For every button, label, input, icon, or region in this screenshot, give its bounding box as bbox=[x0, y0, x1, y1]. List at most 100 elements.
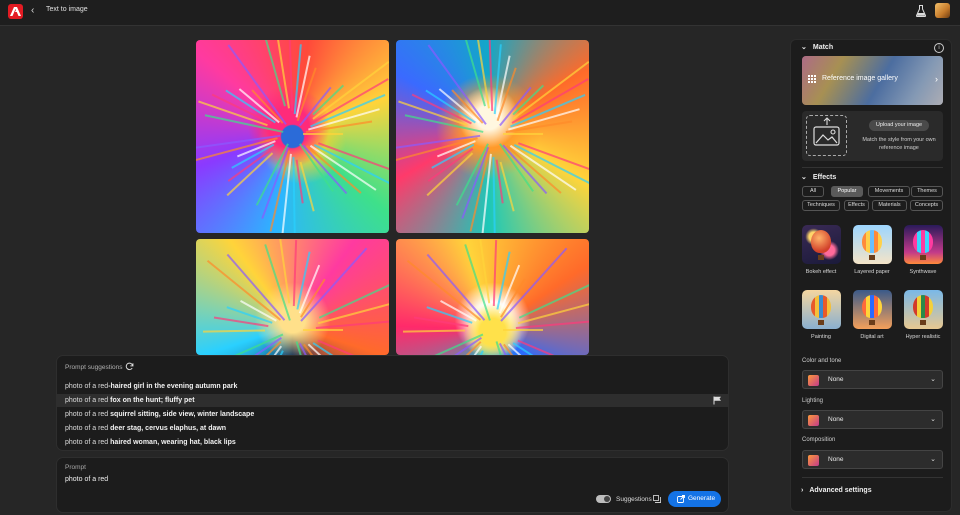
composition-swatch bbox=[808, 455, 819, 466]
effects-section-header[interactable]: ⌄ Effects bbox=[801, 173, 836, 181]
tab-concepts[interactable]: Concepts bbox=[910, 200, 943, 211]
advanced-settings-label: Advanced settings bbox=[809, 487, 872, 494]
avatar[interactable] bbox=[935, 3, 950, 18]
generated-image-4[interactable] bbox=[396, 239, 589, 355]
tab-themes[interactable]: Themes bbox=[911, 186, 943, 197]
tab-effects[interactable]: Effects bbox=[844, 200, 869, 211]
advanced-settings-header[interactable]: › Advanced settings bbox=[801, 487, 872, 494]
prompt-suggestions-panel: Prompt suggestions photo of a red-haired… bbox=[56, 355, 729, 451]
effect-label: Layered paper bbox=[854, 269, 890, 275]
color-tone-label: Color and tone bbox=[802, 358, 842, 364]
back-chevron-icon[interactable]: ‹ bbox=[31, 5, 39, 17]
chevron-down-icon: ⌄ bbox=[930, 376, 936, 383]
effect-layered-paper-thumbnail[interactable] bbox=[853, 225, 892, 264]
effect-painting-thumbnail[interactable] bbox=[802, 290, 841, 329]
match-title: Match bbox=[812, 44, 834, 51]
chevron-right-icon: › bbox=[935, 74, 938, 84]
divider bbox=[802, 477, 943, 478]
generated-image-2[interactable] bbox=[396, 40, 589, 233]
effect-label: Painting bbox=[811, 334, 831, 340]
chevron-down-icon: ⌄ bbox=[930, 456, 936, 463]
color-tone-swatch bbox=[808, 375, 819, 386]
color-tone-select[interactable]: None ⌄ bbox=[802, 370, 943, 389]
burst-ray bbox=[302, 329, 343, 332]
effect-label: Synthwave bbox=[909, 269, 937, 275]
chevron-down-icon: ⌄ bbox=[801, 174, 807, 181]
flask-icon[interactable] bbox=[916, 5, 926, 17]
generate-button[interactable]: Generate bbox=[668, 491, 721, 507]
effect-label: Digital art bbox=[860, 334, 884, 340]
gallery-label: Reference image gallery bbox=[822, 75, 898, 82]
balloon-icon bbox=[811, 230, 831, 253]
balloon-icon bbox=[913, 230, 933, 253]
burst-ray bbox=[291, 156, 296, 233]
effect-label: Bokeh effect bbox=[805, 269, 837, 275]
effect-synthwave-thumbnail[interactable] bbox=[904, 225, 943, 264]
suggestions-settings-icon[interactable] bbox=[653, 495, 662, 504]
lighting-value: None bbox=[828, 416, 844, 423]
prompt-box: Prompt photo of a red Suggestions Genera… bbox=[56, 457, 729, 513]
composition-label: Composition bbox=[802, 437, 836, 443]
color-tone-value: None bbox=[828, 376, 844, 383]
suggestion-item[interactable]: photo of a red fox on the hunt; fluffy p… bbox=[57, 394, 728, 407]
generated-image-1[interactable] bbox=[196, 40, 389, 233]
effects-title: Effects bbox=[812, 174, 837, 181]
chevron-down-icon: ⌄ bbox=[801, 44, 807, 51]
tab-movements[interactable]: Movements bbox=[868, 186, 910, 197]
effect-label: Hyper realistic bbox=[905, 334, 941, 340]
burst-ray bbox=[292, 240, 297, 307]
adobe-logo-icon[interactable] bbox=[8, 4, 23, 19]
effect-bokeh-thumbnail[interactable] bbox=[802, 225, 841, 264]
top-bar: ‹ Text to image bbox=[0, 0, 960, 26]
image-placeholder-icon bbox=[806, 115, 847, 156]
balloon-icon bbox=[913, 295, 933, 318]
burst-ray bbox=[491, 156, 496, 233]
burst-ray bbox=[305, 144, 362, 194]
upload-reference-area[interactable]: Upload your image Match the style from y… bbox=[802, 111, 943, 161]
lighting-label: Lighting bbox=[802, 398, 824, 404]
burst-ray bbox=[302, 132, 343, 135]
suggestion-item[interactable]: photo of a red squirrel sitting, side vi… bbox=[57, 408, 728, 421]
burst-ray bbox=[202, 329, 265, 334]
effect-hyper-realistic-thumbnail[interactable] bbox=[904, 290, 943, 329]
tab-materials[interactable]: Materials bbox=[872, 200, 907, 211]
suggestions-title: Prompt suggestions bbox=[65, 364, 123, 371]
generated-image-3[interactable] bbox=[196, 239, 389, 355]
grid-icon bbox=[808, 75, 816, 83]
composition-select[interactable]: None ⌄ bbox=[802, 450, 943, 469]
tab-all[interactable]: All bbox=[802, 186, 824, 197]
match-section-header[interactable]: ⌄ Match bbox=[801, 43, 833, 51]
upload-image-button[interactable]: Upload your image bbox=[869, 120, 929, 131]
effect-digital-art-thumbnail[interactable] bbox=[853, 290, 892, 329]
suggestion-item[interactable]: photo of a red deer stag, cervus elaphus… bbox=[57, 422, 728, 435]
balloon-icon bbox=[862, 230, 882, 253]
suggestions-toggle[interactable] bbox=[596, 495, 611, 503]
prompt-label: Prompt bbox=[65, 464, 86, 471]
refresh-icon[interactable] bbox=[125, 362, 134, 371]
balloon-icon bbox=[811, 295, 831, 318]
chevron-right-icon: › bbox=[801, 487, 804, 494]
generate-label: Generate bbox=[688, 495, 716, 502]
burst-ray bbox=[502, 329, 543, 332]
burst-ray bbox=[492, 240, 497, 307]
suggestion-item[interactable]: photo of a red-haired girl in the evenin… bbox=[57, 380, 728, 393]
composition-value: None bbox=[828, 456, 844, 463]
suggestions-toggle-label: Suggestions bbox=[616, 496, 652, 503]
lighting-swatch bbox=[808, 415, 819, 426]
page-title: Text to image bbox=[46, 6, 88, 13]
generate-icon bbox=[677, 495, 685, 503]
burst-ray bbox=[505, 144, 562, 194]
flag-icon[interactable] bbox=[713, 396, 722, 405]
settings-panel: ⌄ Match i Reference image gallery › Uploa… bbox=[790, 39, 952, 512]
reference-gallery-button[interactable]: Reference image gallery › bbox=[802, 56, 943, 105]
balloon-icon bbox=[862, 295, 882, 318]
prompt-input[interactable]: photo of a red bbox=[65, 476, 108, 483]
burst-ray bbox=[402, 329, 465, 334]
tab-techniques[interactable]: Techniques bbox=[802, 200, 840, 211]
info-icon[interactable]: i bbox=[934, 43, 944, 53]
lighting-select[interactable]: None ⌄ bbox=[802, 410, 943, 429]
burst-ray bbox=[502, 132, 543, 135]
chevron-down-icon: ⌄ bbox=[930, 416, 936, 423]
suggestion-item[interactable]: photo of a red haired woman, wearing hat… bbox=[57, 436, 728, 449]
tab-popular[interactable]: Popular bbox=[831, 186, 863, 197]
